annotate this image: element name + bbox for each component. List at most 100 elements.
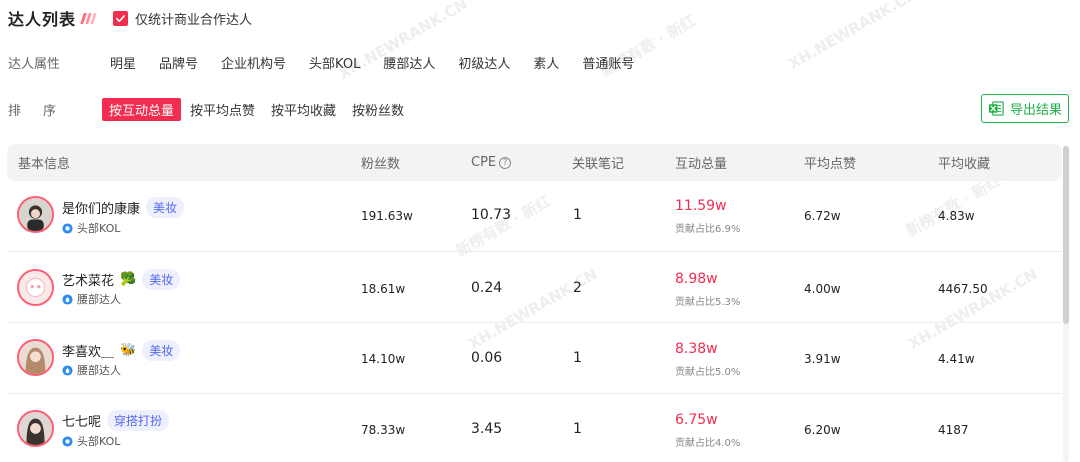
influencer-level: 腰部达人 <box>77 364 121 377</box>
column-fans: 粉丝数 <box>361 157 401 172</box>
commercial-only-checkbox[interactable]: 仅统计商业合作达人 <box>113 9 252 28</box>
watermark: XH.NEWRANK.CN <box>785 0 921 74</box>
total-interactions: 11.59w <box>675 198 727 214</box>
table-row[interactable]: 七七呢 穿搭打扮 头部KOL 78.33w 3.45 1 6.75w 贡献占比4… <box>7 394 1062 462</box>
cpe-value: 3.45 <box>471 421 503 437</box>
level-line: 头部KOL <box>62 433 120 449</box>
table-row[interactable]: 是你们的康康 美妆 头部KOL 191.63w 10.73 1 11.59w 贡… <box>7 181 1062 252</box>
kol-badge-icon <box>62 435 73 447</box>
category-tag: 美妆 <box>142 340 181 361</box>
level-line: 腰部达人 <box>62 291 121 307</box>
export-results-button[interactable]: 导出结果 <box>981 94 1069 123</box>
filter-option-waist[interactable]: 腰部达人 <box>383 53 435 72</box>
influencer-level: 腰部达人 <box>77 293 121 306</box>
name-line: 是你们的康康 美妆 <box>62 197 185 218</box>
influencer-name[interactable]: 艺术菜花 <box>62 270 114 289</box>
sort-options: 按互动总量 按平均点赞 按平均收藏 按粉丝数 <box>102 97 411 121</box>
column-avg-likes: 平均点赞 <box>804 157 857 172</box>
filter-option-head-kol[interactable]: 头部KOL <box>309 53 360 72</box>
category-tag: 美妆 <box>146 197 185 218</box>
related-notes-count[interactable]: 1 <box>573 350 582 366</box>
level-line: 头部KOL <box>62 220 120 236</box>
total-interactions: 6.75w <box>675 412 718 428</box>
related-notes-count[interactable]: 2 <box>573 280 582 296</box>
fans-count: 18.61w <box>361 282 406 296</box>
level-line: 腰部达人 <box>62 362 121 378</box>
contribution-share: 贡献占比5.0% <box>675 367 741 378</box>
title-row: 达人列表 仅统计商业合作达人 <box>8 6 252 30</box>
contribution-share: 贡献占比5.3% <box>675 297 741 308</box>
influencer-name[interactable]: 七七呢 <box>62 411 101 430</box>
filter-option-normal[interactable]: 普通账号 <box>582 53 634 72</box>
avg-likes: 4.00w <box>804 282 841 296</box>
avg-likes: 6.20w <box>804 423 841 437</box>
avg-likes: 6.72w <box>804 209 841 223</box>
page-title: 达人列表 <box>8 10 77 29</box>
column-total-interactions: 互动总量 <box>675 157 728 172</box>
related-notes-count[interactable]: 1 <box>573 421 582 437</box>
avg-favorites: 4.83w <box>938 209 975 223</box>
total-interactions: 8.38w <box>675 341 718 357</box>
column-basic-info: 基本信息 <box>18 157 71 172</box>
category-tag: 美妆 <box>142 269 181 290</box>
fans-count: 78.33w <box>361 423 406 437</box>
attribute-filter-label: 达人属性 <box>8 56 61 72</box>
total-interactions: 8.98w <box>675 271 718 287</box>
influencer-name[interactable]: 是你们的康康 <box>62 198 140 217</box>
fans-count: 191.63w <box>361 209 413 223</box>
excel-icon <box>988 100 1005 117</box>
drop-badge-icon <box>62 364 73 376</box>
avg-favorites: 4467.50 <box>938 282 988 296</box>
commercial-only-label: 仅统计商业合作达人 <box>135 12 253 28</box>
avatar[interactable] <box>17 410 54 447</box>
column-avg-favorites: 平均收藏 <box>938 157 991 172</box>
influencer-level: 头部KOL <box>77 222 121 235</box>
cpe-value: 0.24 <box>471 280 503 296</box>
related-notes-count[interactable]: 1 <box>573 207 582 223</box>
export-results-label: 导出结果 <box>1009 103 1062 118</box>
sort-by-avg-likes[interactable]: 按平均点赞 <box>183 98 262 121</box>
avatar[interactable] <box>17 196 54 233</box>
kol-badge-icon <box>62 222 73 234</box>
fans-count: 14.10w <box>361 352 406 366</box>
bee-emoji: 🐝 <box>120 343 137 358</box>
category-tag: 穿搭打扮 <box>107 410 170 431</box>
filter-option-enterprise[interactable]: 企业机构号 <box>221 53 286 72</box>
checkmark-icon[interactable] <box>113 10 129 26</box>
avg-likes: 3.91w <box>804 352 841 366</box>
avatar[interactable] <box>17 269 54 306</box>
influencer-level: 头部KOL <box>77 435 121 448</box>
influencer-name[interactable]: 李喜欢＿ <box>62 341 114 360</box>
filter-option-brand[interactable]: 品牌号 <box>159 53 198 72</box>
avatar[interactable] <box>17 339 54 376</box>
scrollbar-thumb[interactable] <box>1063 146 1069 324</box>
contribution-share: 贡献占比4.0% <box>675 438 741 449</box>
filter-option-amateur[interactable]: 素人 <box>533 53 559 72</box>
filter-option-junior[interactable]: 初级达人 <box>458 53 510 72</box>
filter-option-celebrity[interactable]: 明星 <box>110 53 136 72</box>
sort-by-interactions[interactable]: 按互动总量 <box>102 97 182 121</box>
table-row[interactable]: 艺术菜花 🥦 美妆 腰部达人 18.61w 0.24 2 8.98w 贡献占比5… <box>7 252 1062 323</box>
influencer-table: 基本信息 粉丝数 CPE ? 关联笔记 互动总量 平均点赞 平均收藏 是你们的康… <box>7 144 1062 462</box>
sort-by-fans[interactable]: 按粉丝数 <box>345 98 411 121</box>
avg-favorites: 4187 <box>938 423 969 437</box>
broccoli-emoji: 🥦 <box>120 272 137 287</box>
question-circle-icon[interactable]: ? <box>499 156 512 169</box>
drop-badge-icon <box>62 293 73 305</box>
sort-label: 排序 <box>8 103 79 119</box>
cpe-value: 10.73 <box>471 207 512 223</box>
attribute-filter-row: 达人属性 明星 品牌号 企业机构号 头部KOL 腰部达人 初级达人 素人 普通账… <box>8 50 634 74</box>
name-line: 李喜欢＿ 🐝 美妆 <box>62 340 181 361</box>
cpe-value: 0.06 <box>471 350 503 366</box>
table-row[interactable]: 李喜欢＿ 🐝 美妆 腰部达人 14.10w 0.06 1 8.38w 贡献占比5… <box>7 323 1062 394</box>
column-cpe-label: CPE <box>471 155 497 170</box>
sort-by-avg-favorites[interactable]: 按平均收藏 <box>264 98 343 121</box>
title-decoration-icon <box>80 12 97 24</box>
name-line: 七七呢 穿搭打扮 <box>62 410 170 431</box>
name-line: 艺术菜花 🥦 美妆 <box>62 269 181 290</box>
attribute-filter-options: 明星 品牌号 企业机构号 头部KOL 腰部达人 初级达人 素人 普通账号 <box>110 53 634 72</box>
column-related-notes: 关联笔记 <box>572 157 625 172</box>
table-header: 基本信息 粉丝数 CPE ? 关联笔记 互动总量 平均点赞 平均收藏 <box>7 144 1062 181</box>
column-cpe: CPE ? <box>471 155 512 170</box>
sort-row: 排序 按互动总量 按平均点赞 按平均收藏 按粉丝数 <box>8 97 411 121</box>
